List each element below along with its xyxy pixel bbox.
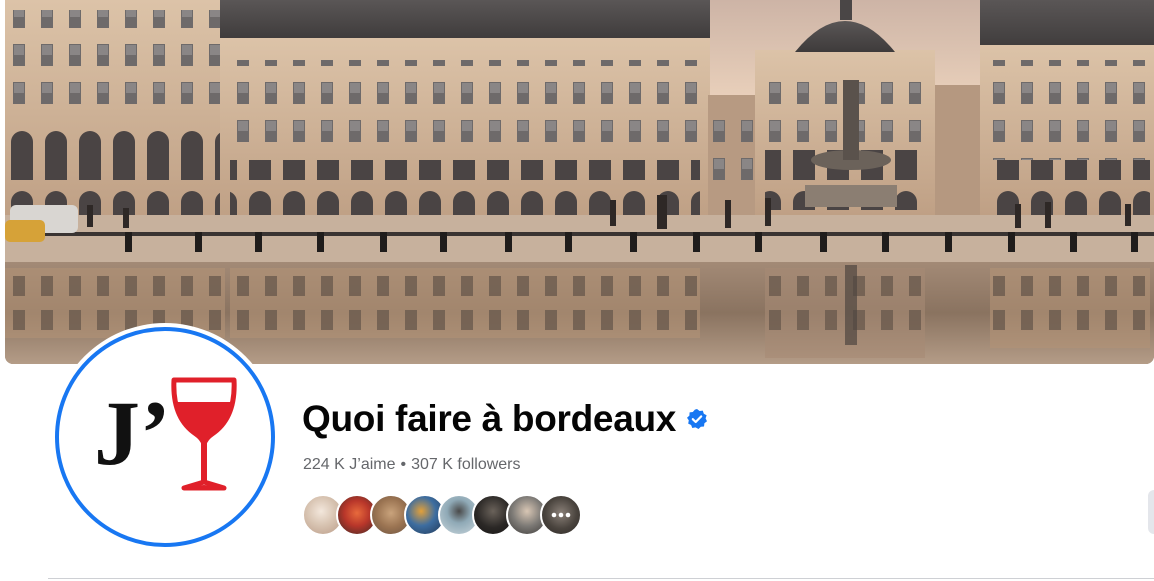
likes-count[interactable]: 224 K J’aime: [303, 456, 396, 473]
page-stats: 224 K J’aime • 307 K followers: [303, 456, 521, 474]
more-dots-icon: [551, 512, 571, 518]
logo-text: J’: [94, 382, 171, 484]
stats-separator: •: [400, 456, 407, 473]
wine-glass-icon: [171, 377, 237, 491]
follower-avatar[interactable]: [540, 494, 582, 536]
profile-picture-ring: J’: [55, 327, 275, 547]
profile-picture[interactable]: J’: [51, 323, 279, 551]
page-title: Quoi faire à bordeaux: [302, 398, 708, 440]
action-button[interactable]: [1148, 490, 1154, 534]
cover-photo[interactable]: [5, 0, 1154, 364]
page-logo: J’: [94, 377, 237, 491]
follower-avatars: [302, 494, 622, 538]
followers-count[interactable]: 307 K followers: [411, 456, 520, 473]
verified-badge-icon: [687, 409, 708, 429]
cover-photo-image: [5, 0, 1154, 364]
page-name-text: Quoi faire à bordeaux: [302, 398, 677, 439]
profile-divider: [48, 578, 1154, 579]
